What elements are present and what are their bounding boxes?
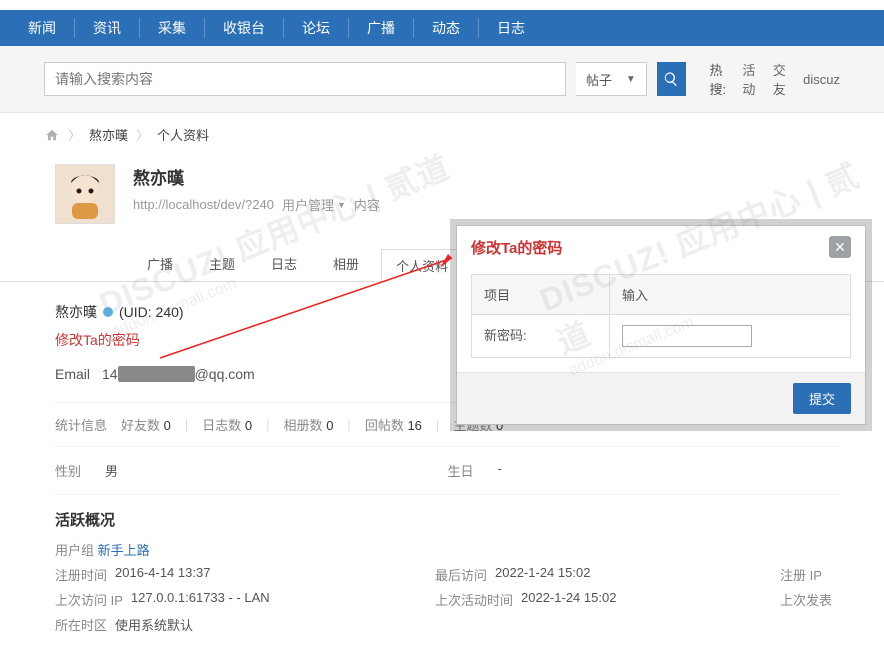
home-icon[interactable] [44,127,60,143]
tab-topics[interactable]: 主题 [195,248,249,281]
hot-link[interactable]: 活动 [742,60,760,98]
profile-extra: 内容 [354,195,380,214]
gender-birth-row: 性别男 生日- [55,447,840,495]
nav-item[interactable]: 广播 [349,10,413,46]
search-type-label: 帖子 [586,70,612,89]
logo-bar [0,0,884,10]
nav-item[interactable]: 日志 [479,10,543,46]
breadcrumb: 〉 熬亦暵 〉 个人资料 [0,113,884,156]
nav-item[interactable]: 收银台 [205,10,283,46]
activity-grid: 注册时间2016-4-14 13:37 最后访问2022-1-24 15:02 … [55,565,840,634]
search-type-select[interactable]: 帖子 ▼ [576,62,647,96]
status-dot-icon [103,307,113,317]
submit-button[interactable]: 提交 [793,383,851,414]
col-header: 项目 [472,275,610,314]
nav-item[interactable]: 新闻 [10,10,74,46]
crumb-sep: 〉 [68,125,81,144]
nav-item[interactable]: 资讯 [75,10,139,46]
modal-title: 修改Ta的密码 [471,237,562,258]
crumb-user[interactable]: 熬亦暵 [89,125,128,144]
user-manage-dropdown[interactable]: 用户管理 ▼ [282,195,346,214]
top-nav: 新闻 资讯 采集 收银台 论坛 广播 动态 日志 [0,10,884,46]
new-password-input[interactable] [622,325,752,347]
tab-albums[interactable]: 相册 [319,248,373,281]
profile-name: 熬亦暵 [133,164,380,189]
nav-item[interactable]: 论坛 [284,10,348,46]
hot-link[interactable]: discuz [803,72,840,87]
search-button[interactable] [657,62,686,96]
change-password-link[interactable]: 修改Ta的密码 [55,330,140,350]
search-input[interactable] [44,62,566,96]
hot-link[interactable]: 交友 [773,60,791,98]
profile-url[interactable]: http://localhost/dev/?240 [133,197,274,212]
crumb-sep: 〉 [136,125,149,144]
close-icon: ✕ [834,239,846,256]
usergroup-line: 用户组 新手上路 [55,540,840,565]
col-header: 输入 [610,275,850,314]
tab-broadcast[interactable]: 广播 [133,248,187,281]
nav-item[interactable]: 动态 [414,10,478,46]
modal-table: 项目 输入 新密码: [471,274,851,358]
hot-label: 热搜: [710,60,731,98]
hot-search: 热搜: 活动 交友 discuz [710,60,840,98]
chevron-down-icon: ▼ [626,74,636,85]
nav-item[interactable]: 采集 [140,10,204,46]
activity-header: 活跃概况 [55,495,840,540]
usergroup-link[interactable]: 新手上路 [98,543,150,558]
redacted: xxxxxxx [118,366,195,382]
search-icon [663,71,679,87]
field-label: 新密码: [472,315,610,357]
stats-label: 统计信息 [55,415,107,434]
tab-blogs[interactable]: 日志 [257,248,311,281]
change-password-modal: 修改Ta的密码 ✕ 项目 输入 新密码: 提交 [456,225,866,425]
email-label: Email [55,366,90,382]
crumb-page: 个人资料 [157,125,209,144]
tab-profile[interactable]: 个人资料 [381,249,463,282]
profile-header: 熬亦暵 http://localhost/dev/?240 用户管理 ▼ 内容 [55,164,840,224]
close-button[interactable]: ✕ [829,236,851,258]
avatar[interactable] [55,164,115,224]
search-bar: 帖子 ▼ 热搜: 活动 交友 discuz [0,46,884,113]
chevron-down-icon: ▼ [337,200,346,210]
